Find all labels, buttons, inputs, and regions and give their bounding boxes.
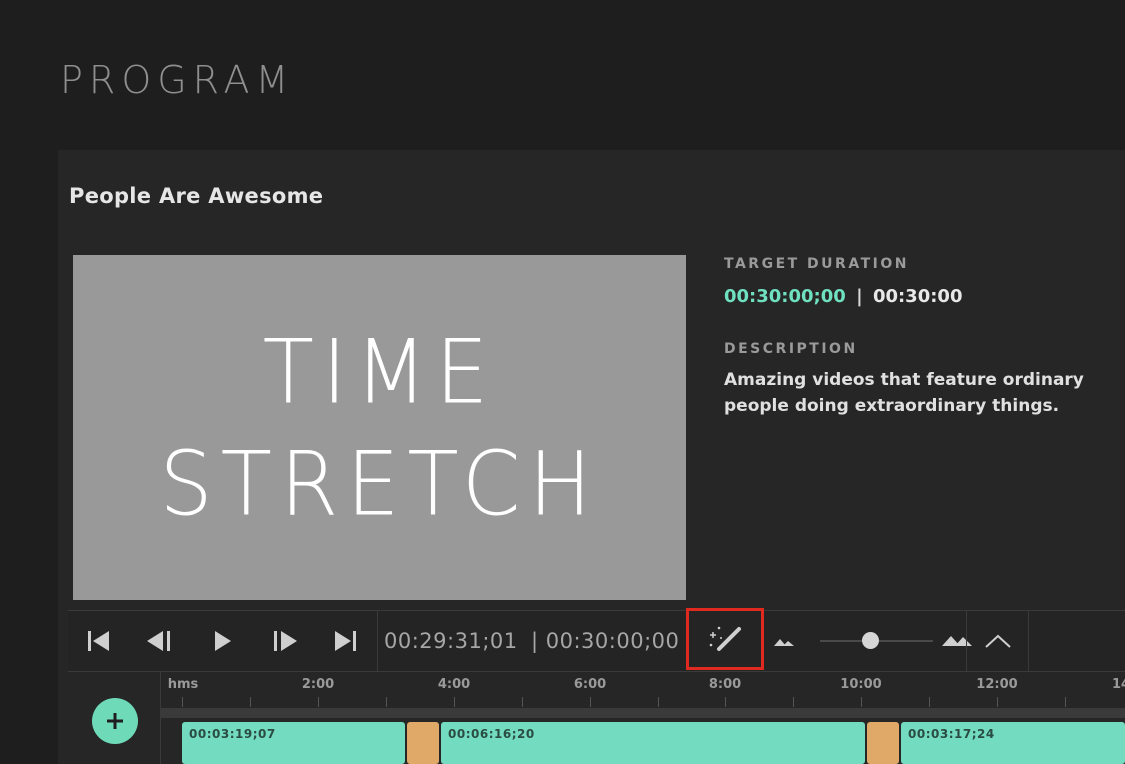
zoom-out-icon[interactable] bbox=[774, 635, 798, 647]
duration-separator: | bbox=[856, 286, 863, 307]
preview-text-line2: STRETCH bbox=[159, 432, 600, 535]
segment-duration: 00:03:19;07 bbox=[189, 727, 276, 741]
segment-clip[interactable]: 00:06:16;20 bbox=[441, 722, 865, 764]
break-clip[interactable] bbox=[407, 722, 439, 764]
description-line1: Amazing videos that feature ordinary bbox=[724, 370, 1084, 390]
ruler-label: hms bbox=[167, 677, 199, 692]
ruler-tick bbox=[997, 697, 998, 707]
target-duration-label: TARGET DURATION bbox=[724, 256, 909, 272]
divider bbox=[966, 611, 967, 671]
segment-duration: 00:06:16;20 bbox=[448, 727, 535, 741]
segment-duration: 00:03:17;24 bbox=[908, 727, 995, 741]
ruler-tick bbox=[793, 697, 794, 707]
add-segment-button[interactable] bbox=[92, 698, 138, 744]
program-meta: TARGET DURATION 00:30:00;00 | 00:30:00 D… bbox=[724, 256, 1124, 419]
step-back-icon bbox=[147, 631, 170, 651]
ruler-label: 8:00 bbox=[708, 677, 742, 692]
step-forward-icon bbox=[274, 631, 297, 651]
ruler-tick bbox=[386, 697, 387, 707]
description-label: DESCRIPTION bbox=[724, 341, 858, 357]
track-background bbox=[161, 708, 1125, 718]
current-duration: 00:30:00;00 bbox=[724, 286, 846, 307]
ruler-tick bbox=[725, 697, 726, 707]
magic-wand-icon bbox=[709, 626, 741, 651]
program-name: People Are Awesome bbox=[69, 184, 324, 208]
description-line2: people doing extraordinary things. bbox=[724, 396, 1060, 416]
timeline: hms 2:00 4:00 6:00 8:00 10:00 12:00 14 bbox=[68, 671, 1125, 764]
ruler-tick bbox=[590, 697, 591, 707]
ruler-label: 4:00 bbox=[437, 677, 471, 692]
auto-fit-button[interactable] bbox=[686, 608, 764, 670]
page-title: PROGRAM bbox=[60, 58, 295, 102]
ruler-tick bbox=[182, 697, 183, 707]
segment-clip[interactable]: 00:03:19;07 bbox=[182, 722, 405, 764]
description-text: Amazing videos that feature ordinary peo… bbox=[724, 367, 1124, 419]
ruler-tick bbox=[454, 697, 455, 707]
skip-to-start-icon bbox=[88, 631, 109, 651]
skip-to-end-button[interactable] bbox=[316, 611, 376, 671]
ruler-label: 14 bbox=[1111, 677, 1125, 692]
zoom-slider-knob[interactable] bbox=[862, 632, 880, 649]
ruler-tick bbox=[929, 697, 930, 707]
current-timecode: 00:29:31;01 bbox=[384, 629, 518, 653]
ruler-label: 10:00 bbox=[840, 677, 882, 692]
divider bbox=[377, 611, 378, 671]
preview-thumbnail: TIME STRETCH bbox=[73, 255, 686, 600]
ruler-tick bbox=[1065, 697, 1066, 707]
collapse-button[interactable] bbox=[968, 611, 1028, 671]
plus-icon bbox=[107, 713, 123, 729]
step-forward-button[interactable] bbox=[255, 611, 315, 671]
break-clip[interactable] bbox=[867, 722, 899, 764]
ruler-tick bbox=[250, 697, 251, 707]
ruler-label: 2:00 bbox=[301, 677, 335, 692]
program-panel: People Are Awesome TIME STRETCH TARGET D… bbox=[58, 150, 1125, 764]
step-back-button[interactable] bbox=[130, 611, 190, 671]
play-icon bbox=[215, 631, 231, 651]
play-button[interactable] bbox=[193, 611, 253, 671]
ruler-tick bbox=[658, 697, 659, 707]
add-column bbox=[68, 671, 161, 764]
divider bbox=[1028, 611, 1029, 671]
ruler-label: 12:00 bbox=[976, 677, 1018, 692]
time-ruler: hms 2:00 4:00 6:00 8:00 10:00 12:00 14 bbox=[161, 671, 1125, 711]
total-timecode: | 00:30:00;00 bbox=[531, 629, 680, 653]
transport-bar: 00:29:31;01 | 00:30:00;00 bbox=[68, 608, 1125, 672]
skip-to-end-icon bbox=[335, 631, 356, 651]
segment-clip[interactable]: 00:03:17;24 bbox=[901, 722, 1125, 764]
ruler-tick bbox=[522, 697, 523, 707]
target-duration: 00:30:00 bbox=[872, 286, 963, 307]
ruler-tick bbox=[318, 697, 319, 707]
duration-values: 00:30:00;00 | 00:30:00 bbox=[724, 286, 1124, 307]
preview-text-line1: TIME bbox=[262, 320, 497, 423]
ruler-label: 6:00 bbox=[573, 677, 607, 692]
ruler-tick bbox=[861, 697, 862, 707]
skip-to-start-button[interactable] bbox=[68, 611, 128, 671]
chevron-up-icon bbox=[985, 634, 1011, 648]
